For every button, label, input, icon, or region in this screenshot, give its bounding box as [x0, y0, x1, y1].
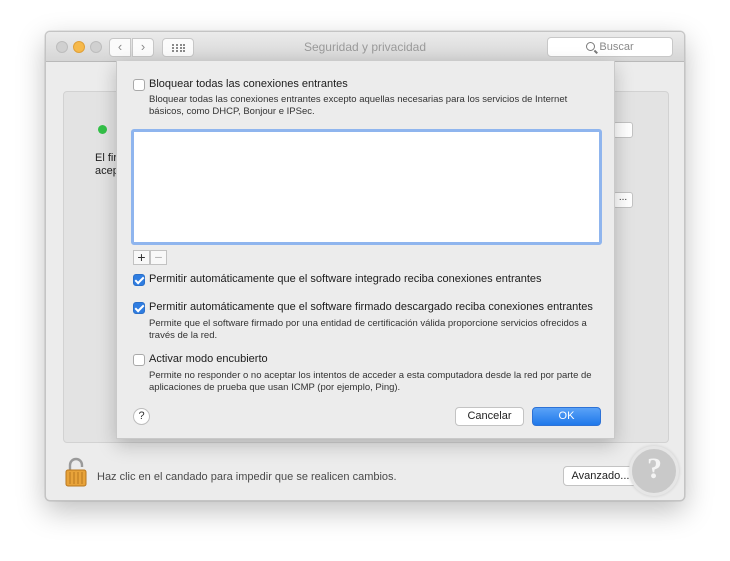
panel-button-peek-top[interactable] [613, 122, 633, 138]
firewall-status-indicator [98, 125, 107, 134]
stealth-mode-description: Permite no responder o no aceptar los in… [149, 370, 592, 393]
block-all-description: Bloquear todas las conexiones entrantes … [149, 94, 568, 117]
help-button[interactable]: ? [133, 408, 150, 425]
applications-list[interactable] [131, 129, 602, 245]
stealth-mode-label: Activar modo encubierto [149, 353, 268, 365]
lock-instruction-text: Haz clic en el candado para impedir que … [97, 471, 397, 483]
search-icon [586, 42, 596, 51]
allow-signed-description: Permite que el software firmado por una … [149, 318, 587, 341]
block-all-label: Bloquear todas las conexiones entrantes [149, 78, 348, 90]
firewall-options-sheet: Bloquear todas las conexiones entrantes … [116, 61, 615, 439]
remove-app-button[interactable]: − [150, 250, 167, 265]
block-all-checkbox[interactable] [133, 79, 145, 91]
stealth-mode-checkbox[interactable] [133, 354, 145, 366]
search-placeholder: Buscar [599, 41, 634, 53]
help-watermark-icon [629, 446, 679, 496]
panel-button-peek-bottom[interactable]: ... [613, 192, 633, 208]
allow-builtin-checkbox[interactable] [133, 274, 145, 286]
title-bar: ‹ › Seguridad y privacidad Buscar [46, 32, 684, 62]
add-app-button[interactable]: + [133, 250, 150, 265]
allow-signed-checkbox[interactable] [133, 302, 145, 314]
cancel-button[interactable]: Cancelar [455, 407, 524, 426]
panel-text-peek-1: El fir [95, 152, 117, 164]
advanced-button[interactable]: Avanzado... [563, 466, 638, 486]
ok-button[interactable]: OK [532, 407, 601, 426]
search-field[interactable]: Buscar [547, 37, 673, 57]
allow-signed-label: Permitir automáticamente que el software… [149, 301, 593, 313]
allow-builtin-label: Permitir automáticamente que el software… [149, 273, 542, 285]
lock-icon[interactable] [64, 457, 88, 487]
